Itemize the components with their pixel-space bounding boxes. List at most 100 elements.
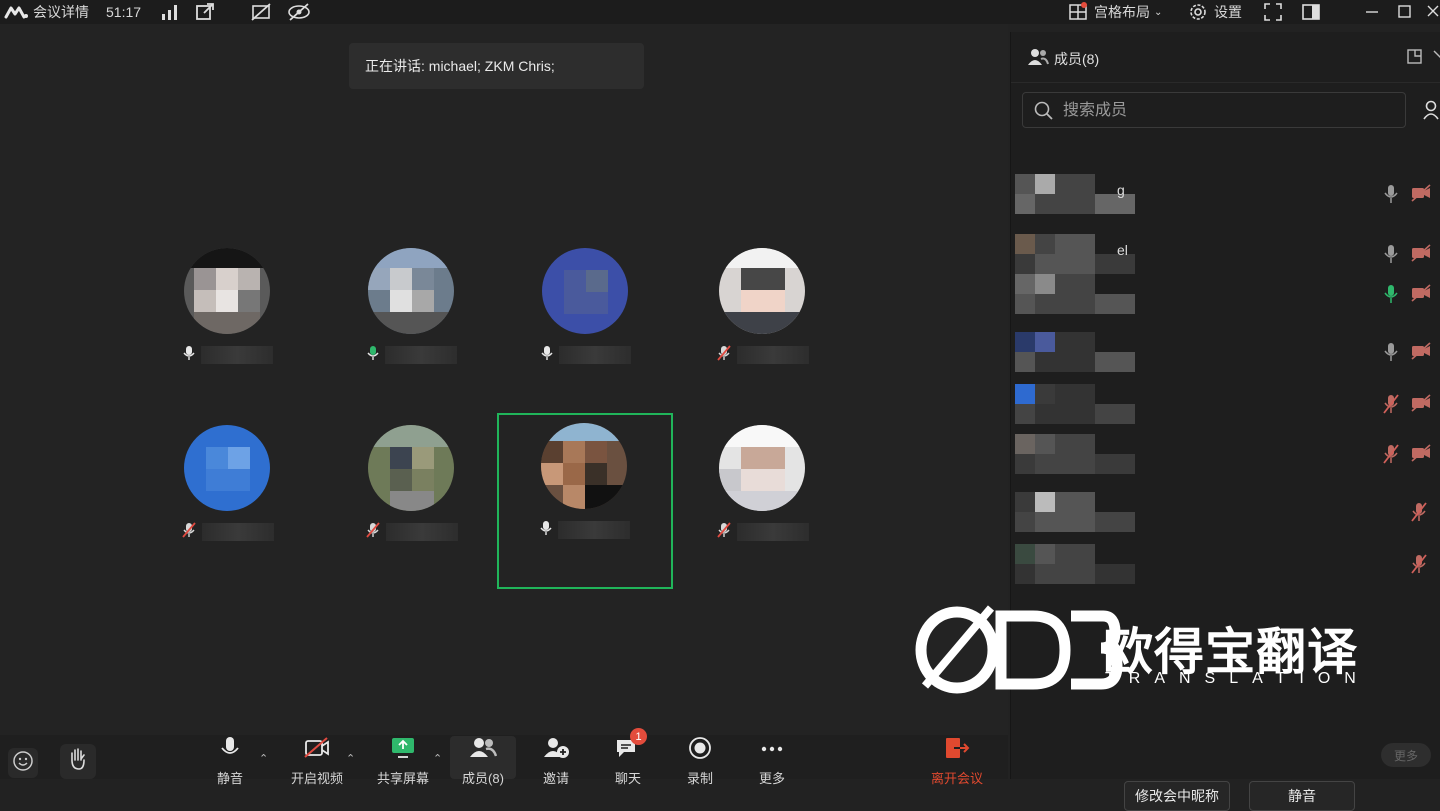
invite-button[interactable]: 邀请	[526, 736, 586, 786]
participant-tile[interactable]	[675, 238, 851, 414]
mic-speaking-icon[interactable]	[1383, 283, 1399, 305]
member-search-input[interactable]	[1061, 99, 1395, 123]
smile-icon	[12, 750, 34, 777]
maximize-window-icon[interactable]	[1395, 2, 1415, 22]
emoji-reaction-button[interactable]	[8, 748, 38, 778]
add-member-icon[interactable]	[1423, 100, 1440, 125]
mute-all-button[interactable]: 静音	[1249, 781, 1355, 811]
mic-icon[interactable]	[1383, 183, 1399, 205]
video-off-icon[interactable]	[1411, 444, 1431, 462]
participant-tile-active-speaker[interactable]	[497, 413, 673, 589]
chat-label: 聊天	[614, 771, 641, 786]
member-name-fragment: el	[1117, 242, 1128, 258]
member-list-item[interactable]	[1011, 266, 1440, 322]
mic-icon	[183, 345, 195, 366]
mic-muted-icon	[366, 521, 380, 543]
share-options-chevron-icon[interactable]: ⌃	[433, 752, 442, 765]
chat-button[interactable]: 1 聊天	[598, 728, 658, 786]
start-video-button[interactable]: 开启视频	[287, 736, 347, 786]
members-panel-title: 成员(8)	[1054, 51, 1100, 67]
more-options-button[interactable]: 更多	[742, 736, 802, 786]
fullscreen-icon[interactable]	[1263, 2, 1283, 22]
members-panel-header: 成员(8)	[1011, 32, 1440, 83]
member-list-item[interactable]	[1011, 536, 1440, 592]
sidebar-toggle-icon[interactable]	[1301, 2, 1321, 22]
leave-meeting-button[interactable]: 离开会议	[927, 736, 987, 786]
avatar	[368, 248, 454, 334]
meeting-timer: 51:17	[106, 4, 142, 20]
raise-hand-button[interactable]	[60, 744, 96, 779]
record-label: 录制	[686, 771, 713, 786]
blurred-member-identity	[1015, 332, 1145, 372]
members-button[interactable]: 成员(8)	[450, 736, 516, 786]
mic-muted-icon[interactable]	[1383, 393, 1399, 415]
members-icon	[469, 736, 498, 765]
search-icon	[1034, 101, 1054, 126]
close-window-icon[interactable]	[1425, 2, 1440, 22]
mic-muted-icon	[717, 344, 731, 366]
audio-options-chevron-icon[interactable]: ⌃	[259, 752, 268, 765]
popout-panel-icon[interactable]	[1407, 48, 1423, 69]
microphone-icon	[219, 736, 241, 765]
video-off-icon	[303, 736, 331, 765]
participant-tile[interactable]	[675, 415, 851, 591]
video-off-icon[interactable]	[1411, 244, 1431, 262]
video-off-icon[interactable]	[1411, 394, 1431, 412]
mic-muted-icon[interactable]	[1411, 553, 1427, 575]
participant-name	[675, 344, 851, 366]
share-screen-icon	[390, 736, 416, 765]
minimize-window-icon[interactable]	[1362, 2, 1382, 22]
leave-meeting-label: 离开会议	[930, 771, 983, 786]
participant-tile[interactable]	[140, 238, 316, 414]
meeting-info-button[interactable]: 会议详情	[33, 2, 89, 22]
member-search-field[interactable]	[1022, 92, 1406, 128]
blurred-member-identity	[1015, 174, 1145, 214]
member-list-item[interactable]	[1011, 376, 1440, 432]
blurred-name	[386, 523, 458, 541]
participant-tile[interactable]	[324, 415, 500, 591]
participant-tile[interactable]	[140, 415, 316, 591]
mic-icon[interactable]	[1383, 243, 1399, 265]
rename-in-meeting-button[interactable]: 修改会中昵称	[1124, 781, 1230, 811]
mic-muted-icon	[717, 521, 731, 543]
share-screen-button[interactable]: 共享屏幕	[373, 736, 433, 786]
participant-tile[interactable]	[324, 238, 500, 414]
members-label: 成员(8)	[462, 771, 504, 786]
title-bar: 会议详情 51:17 宫格布局 ⌄ 设置	[0, 0, 1440, 24]
start-video-label: 开启视频	[290, 771, 343, 786]
mic-muted-icon[interactable]	[1383, 443, 1399, 465]
participant-tile[interactable]	[498, 238, 674, 414]
layout-dropdown[interactable]: 宫格布局 ⌄	[1094, 2, 1162, 22]
video-off-icon[interactable]	[1411, 342, 1431, 360]
blurred-member-identity	[1015, 492, 1145, 532]
watermark-logo: 欧得宝翻译 TRANSLATION	[915, 598, 1375, 698]
member-list-item[interactable]	[1011, 484, 1440, 540]
member-list-item[interactable]	[1011, 426, 1440, 482]
avatar	[542, 248, 628, 334]
signal-strength-icon[interactable]	[160, 2, 180, 22]
mic-muted-icon[interactable]	[1411, 501, 1427, 523]
video-off-icon[interactable]	[1411, 284, 1431, 302]
video-off-icon[interactable]	[1411, 184, 1431, 202]
mute-button[interactable]: 静音	[200, 736, 260, 786]
more-dots-icon	[759, 736, 785, 765]
more-options-label: 更多	[758, 771, 785, 786]
mic-icon[interactable]	[1383, 341, 1399, 363]
record-button[interactable]: 录制	[670, 736, 730, 786]
blurred-member-identity	[1015, 384, 1145, 424]
member-list-item[interactable]: g	[1011, 166, 1440, 222]
video-options-chevron-icon[interactable]: ⌃	[346, 752, 355, 765]
more-button[interactable]: 更多	[1381, 743, 1431, 767]
member-list-item[interactable]	[1011, 324, 1440, 380]
hide-non-video-icon[interactable]	[287, 2, 311, 22]
hide-self-view-icon[interactable]	[250, 2, 271, 22]
settings-gear-icon[interactable]	[1188, 2, 1208, 22]
settings-button[interactable]: 设置	[1214, 2, 1242, 22]
share-link-icon[interactable]	[195, 2, 215, 22]
close-panel-icon[interactable]	[1433, 48, 1440, 69]
blurred-name	[385, 346, 457, 364]
avatar	[184, 248, 270, 334]
grid-layout-icon[interactable]	[1068, 2, 1088, 22]
mic-icon	[540, 520, 552, 541]
avatar	[541, 423, 627, 509]
